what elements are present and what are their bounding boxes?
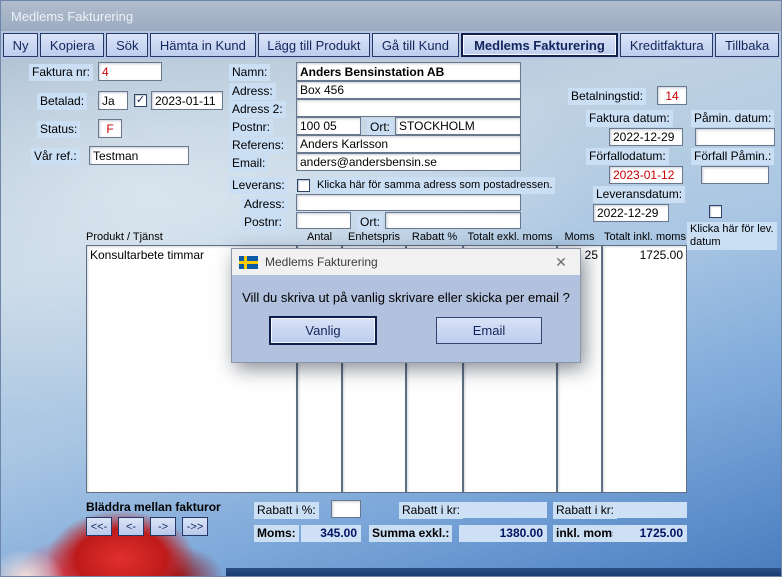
leverans-adress-label: Adress: xyxy=(241,196,288,213)
lev-datum-note: Klicka här för lev. datum xyxy=(687,222,777,250)
referens-field[interactable] xyxy=(296,135,521,153)
email-label: Email: xyxy=(229,155,268,172)
faktura-nr-label: Faktura nr: xyxy=(29,64,93,81)
vanlig-button[interactable]: Vanlig xyxy=(270,317,376,344)
referens-label: Referens: xyxy=(229,137,287,154)
leverans-label: Leverans: xyxy=(229,177,288,194)
toolbar-button-kreditfaktura[interactable]: Kreditfaktura xyxy=(620,33,713,57)
toolbar-button-medlems-fakturering[interactable]: Medlems Fakturering xyxy=(461,33,619,57)
col-header-totalt-inkl: Totalt inkl. moms xyxy=(602,231,688,243)
postnr-field[interactable] xyxy=(296,117,361,135)
swedish-flag-icon xyxy=(239,256,258,269)
rabatt-kr-value-2 xyxy=(613,502,687,518)
check-icon: ✓ xyxy=(136,94,145,106)
same-address-checkbox[interactable] xyxy=(297,179,310,192)
pamin-datum-field[interactable] xyxy=(695,128,775,146)
window-title: Medlems Fakturering xyxy=(1,9,133,24)
list-totalt-inkl[interactable]: 1725.00 xyxy=(602,245,687,493)
nav-last-button[interactable]: ->> xyxy=(182,517,208,536)
toolbar-button-ga-till-kund[interactable]: Gå till Kund xyxy=(372,33,459,57)
col-header-antal: Antal xyxy=(297,231,342,243)
col-header-totalt-exkl: Totalt exkl. moms xyxy=(463,231,557,243)
toolbar-button-kopiera[interactable]: Kopiera xyxy=(40,33,104,57)
faktura-datum-label: Faktura datum: xyxy=(586,110,673,127)
same-address-note: Klicka här för samma adress som postadre… xyxy=(314,177,555,194)
print-dialog-titlebar: Medlems Fakturering ✕ xyxy=(232,249,580,275)
betalad-field[interactable] xyxy=(98,91,128,110)
toolbar: Ny Kopiera Sök Hämta in Kund Lägg till P… xyxy=(1,31,781,59)
betalad-label: Betalad: xyxy=(37,93,87,110)
namn-field[interactable] xyxy=(296,62,521,81)
lev-datum-checkbox[interactable] xyxy=(709,205,722,218)
rabatt-pct-field[interactable] xyxy=(331,500,361,518)
adress-label: Adress: xyxy=(229,83,276,100)
close-icon[interactable]: ✕ xyxy=(546,251,576,273)
toolbar-button-sok[interactable]: Sök xyxy=(106,33,148,57)
betalad-checkbox[interactable]: ✓ xyxy=(134,94,147,107)
toolbar-button-ny[interactable]: Ny xyxy=(3,33,38,57)
rabatt-kr-label-2: Rabatt i kr: xyxy=(553,502,617,519)
print-dialog: Medlems Fakturering ✕ Vill du skriva ut … xyxy=(231,248,581,363)
print-dialog-message: Vill du skriva ut på vanlig skrivare ell… xyxy=(232,290,580,305)
pamin-datum-label: Påmin. datum: xyxy=(691,110,774,127)
leverans-postnr-field[interactable] xyxy=(296,212,351,229)
col-header-enhetspris: Enhetspris xyxy=(342,231,406,243)
leverans-ort-label: Ort: xyxy=(357,214,383,231)
leverans-adress-field[interactable] xyxy=(296,194,521,211)
print-dialog-title: Medlems Fakturering xyxy=(265,255,546,269)
adress2-label: Adress 2: xyxy=(229,101,286,118)
summa-exkl-label: Summa exkl.: xyxy=(369,525,452,542)
email-button[interactable]: Email xyxy=(436,317,542,344)
ort-label: Ort: xyxy=(367,119,393,136)
summa-exkl-value: 1380.00 xyxy=(459,525,547,542)
var-ref-label: Vår ref.: xyxy=(31,148,80,165)
col-header-rabatt-pct: Rabatt % xyxy=(406,231,463,243)
forfall-pamin-field[interactable] xyxy=(701,166,769,184)
adress-field[interactable] xyxy=(296,81,521,99)
ort-field[interactable] xyxy=(395,117,521,135)
betalningstid-label: Betalningstid: xyxy=(568,88,646,105)
cell-totalt-inkl[interactable]: 1725.00 xyxy=(603,246,686,264)
forfallodatum-label: Förfallodatum: xyxy=(586,148,669,165)
status-label: Status: xyxy=(37,121,80,138)
faktura-nr-field[interactable] xyxy=(98,62,162,81)
app-window: Medlems Fakturering Ny Kopiera Sök Hämta… xyxy=(0,0,782,577)
nav-first-button[interactable]: <<- xyxy=(86,517,112,536)
col-header-moms: Moms xyxy=(557,231,602,243)
namn-label: Namn: xyxy=(229,64,270,81)
faktura-datum-field[interactable] xyxy=(609,128,683,146)
print-dialog-buttons: Vanlig Email xyxy=(232,317,580,344)
toolbar-button-lagg-till-produkt[interactable]: Lägg till Produkt xyxy=(258,33,371,57)
moms-value: 345.00 xyxy=(301,525,361,542)
bottom-dark-strip xyxy=(226,568,782,577)
leveransdatum-field[interactable] xyxy=(593,204,669,222)
rabatt-kr-label-1: Rabatt i kr: xyxy=(399,502,463,519)
inkl-moms-value: 1725.00 xyxy=(613,525,687,542)
adress2-field[interactable] xyxy=(296,99,521,117)
leverans-postnr-label: Postnr: xyxy=(241,214,285,231)
toolbar-button-hamta-in-kund[interactable]: Hämta in Kund xyxy=(150,33,255,57)
forfall-pamin-label: Förfall Påmin.: xyxy=(691,148,774,165)
moms-label: Moms: xyxy=(254,525,299,542)
nav-prev-button[interactable]: <- xyxy=(118,517,144,536)
betalad-date-field[interactable] xyxy=(151,91,223,110)
rabatt-kr-value-1 xyxy=(459,502,547,518)
leveransdatum-label: Leveransdatum: xyxy=(593,186,685,203)
invoice-nav: <<- <- -> ->> xyxy=(86,517,208,536)
betalningstid-field[interactable] xyxy=(657,86,687,105)
rabatt-pct-label: Rabatt i %: xyxy=(254,502,319,519)
nav-next-button[interactable]: -> xyxy=(150,517,176,536)
email-field[interactable] xyxy=(296,153,521,171)
browse-caption: Bläddra mellan fakturor xyxy=(86,500,221,514)
window-titlebar: Medlems Fakturering xyxy=(1,1,781,31)
toolbar-button-tillbaka[interactable]: Tillbaka xyxy=(715,33,779,57)
col-header-produkt: Produkt / Tjänst xyxy=(86,231,163,243)
leverans-ort-field[interactable] xyxy=(385,212,521,229)
postnr-label: Postnr: xyxy=(229,119,273,136)
forfallodatum-field[interactable] xyxy=(609,166,683,184)
var-ref-field[interactable] xyxy=(89,146,189,165)
status-field[interactable] xyxy=(98,119,122,138)
